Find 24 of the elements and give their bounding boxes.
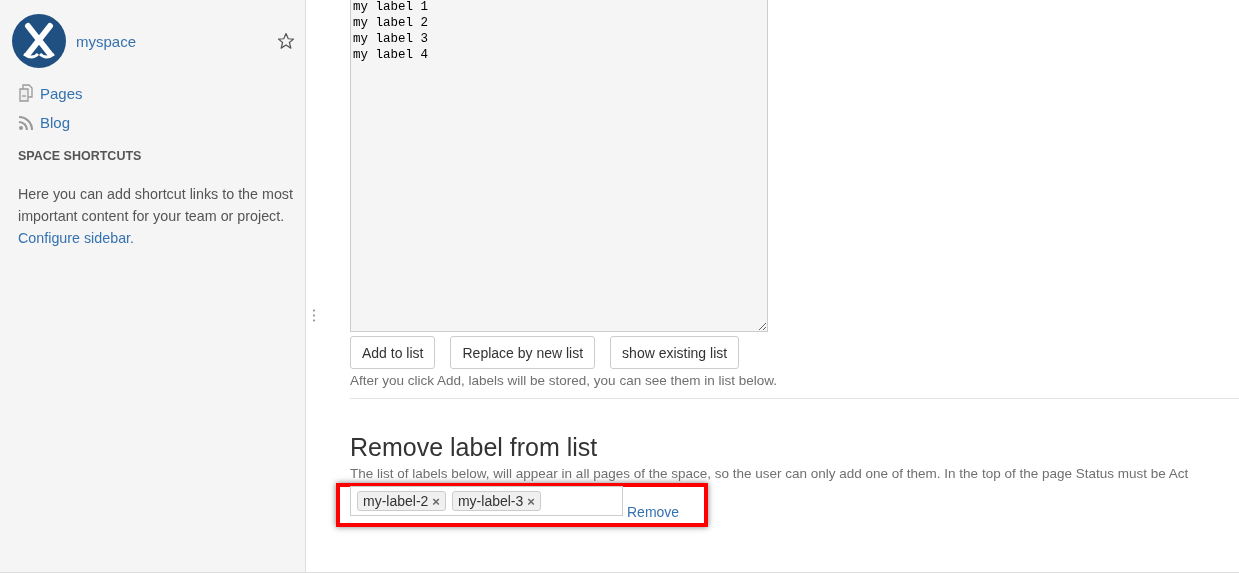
sidebar-nav-link[interactable]: Blog	[18, 114, 295, 131]
space-logo-icon[interactable]	[12, 14, 66, 68]
action-button[interactable]: show existing list	[610, 336, 740, 369]
action-button[interactable]: Replace by new list	[450, 336, 596, 369]
space-name-link[interactable]: myspace	[76, 32, 267, 50]
configure-sidebar-link[interactable]: Configure sidebar.	[18, 230, 135, 246]
section-heading: Remove label from list	[350, 433, 599, 462]
labels-textarea[interactable]: my label 1 my label 2 my label 3 my label 4	[350, 0, 768, 332]
action-button[interactable]: Add to list	[350, 336, 436, 369]
chip-remove-button[interactable]: ×	[527, 493, 535, 509]
chip-label: my-label-2	[363, 493, 429, 509]
remove-link[interactable]: Remove	[627, 504, 680, 520]
rss-icon	[18, 114, 34, 131]
document-icon	[18, 84, 34, 102]
section-heading: SPACE SHORTCUTS	[17, 149, 143, 163]
chip-label: my-label-3	[457, 493, 524, 509]
shortcuts-description: Here you can add shortcut links to the most important content for your team or project. Configure sidebar.	[17, 185, 294, 248]
resize-handle[interactable]	[312, 308, 316, 322]
add-hint: After you click Add, labels will be stored, you can see them in list below.	[350, 373, 778, 388]
labels-field[interactable]: my-label-2 × my-label-3 ×	[350, 486, 623, 516]
sidebar-nav-link[interactable]: Pages	[18, 84, 295, 102]
star-icon[interactable]	[277, 32, 295, 50]
chip-remove-button[interactable]: ×	[432, 493, 440, 509]
section-description: The list of labels below, will appear in all pages of the space, so the user can only add one of them. In the top of the page Status must be Act	[350, 466, 1190, 481]
